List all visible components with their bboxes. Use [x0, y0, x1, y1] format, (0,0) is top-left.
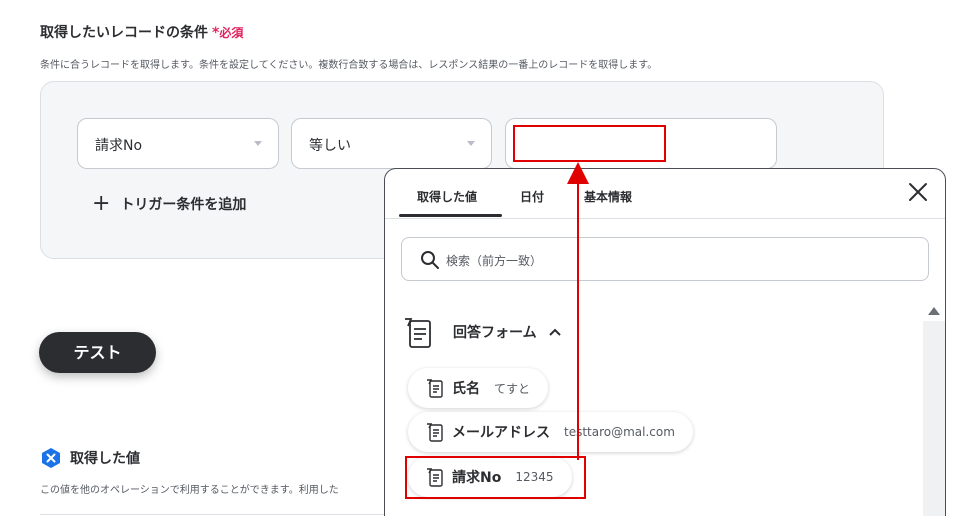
x-badge-icon: [42, 448, 60, 468]
annotation-source-box: [405, 456, 586, 499]
operator-select-value: 等しい: [309, 138, 351, 154]
add-trigger-condition-button[interactable]: + トリガー条件を追加: [92, 191, 247, 216]
scrollbar-track[interactable]: [923, 321, 945, 516]
close-icon[interactable]: [907, 181, 929, 203]
required-label: 必須: [219, 26, 244, 40]
form-icon: [405, 318, 431, 348]
form-field-icon: [427, 379, 443, 398]
value-chip-name[interactable]: 氏名 てすと: [408, 368, 549, 408]
acquired-value-description: この値を他のオペレーションで利用することができます。利用した: [40, 485, 339, 496]
section-title-text: 取得したいレコードの条件: [40, 25, 208, 41]
field-select[interactable]: 請求No: [77, 118, 279, 169]
search-input[interactable]: 検索（前方一致）: [401, 237, 929, 281]
active-tab-indicator: [399, 214, 502, 217]
annotation-arrow-line: [577, 178, 579, 460]
form-group-header[interactable]: 回答フォーム: [403, 315, 561, 349]
divider: [40, 514, 385, 515]
acquired-value-title: 取得した値: [70, 451, 140, 467]
tab-date[interactable]: 日付: [520, 188, 544, 205]
tab-bar: 取得した値 日付 基本情報: [385, 169, 945, 219]
search-icon: [421, 251, 439, 269]
acquired-value-heading: 取得した値: [40, 447, 140, 469]
value-chip-email[interactable]: メールアドレス testtaro@mal.com: [408, 412, 693, 452]
plus-icon: +: [92, 191, 111, 216]
chip-name-value: てすと: [494, 381, 531, 396]
add-trigger-label: トリガー条件を追加: [120, 197, 247, 213]
annotation-arrow-head: [567, 162, 589, 184]
test-button[interactable]: テスト: [39, 332, 156, 373]
chevron-down-icon: [467, 141, 475, 146]
chevron-up-icon[interactable]: [548, 328, 561, 336]
tab-basic-info[interactable]: 基本情報: [584, 188, 632, 205]
form-field-icon: [427, 423, 443, 442]
operator-select[interactable]: 等しい: [291, 118, 492, 169]
chip-email-label: メールアドレス: [452, 425, 550, 441]
annotation-target-box: [513, 125, 666, 162]
chevron-down-icon: [254, 141, 262, 146]
section-title: 取得したいレコードの条件 *必須: [40, 22, 243, 42]
chip-email-value: testtaro@mal.com: [564, 425, 675, 439]
form-group-label: 回答フォーム: [453, 325, 537, 341]
chip-name-label: 氏名: [452, 381, 480, 397]
scroll-up-icon[interactable]: [928, 307, 940, 315]
tab-acquired-values[interactable]: 取得した値: [417, 188, 477, 205]
search-placeholder: 検索（前方一致）: [446, 254, 543, 268]
field-select-value: 請求No: [95, 138, 143, 154]
section-description: 条件に合うレコードを取得します。条件を設定してください。複数行合致する場合は、レ…: [40, 60, 658, 71]
